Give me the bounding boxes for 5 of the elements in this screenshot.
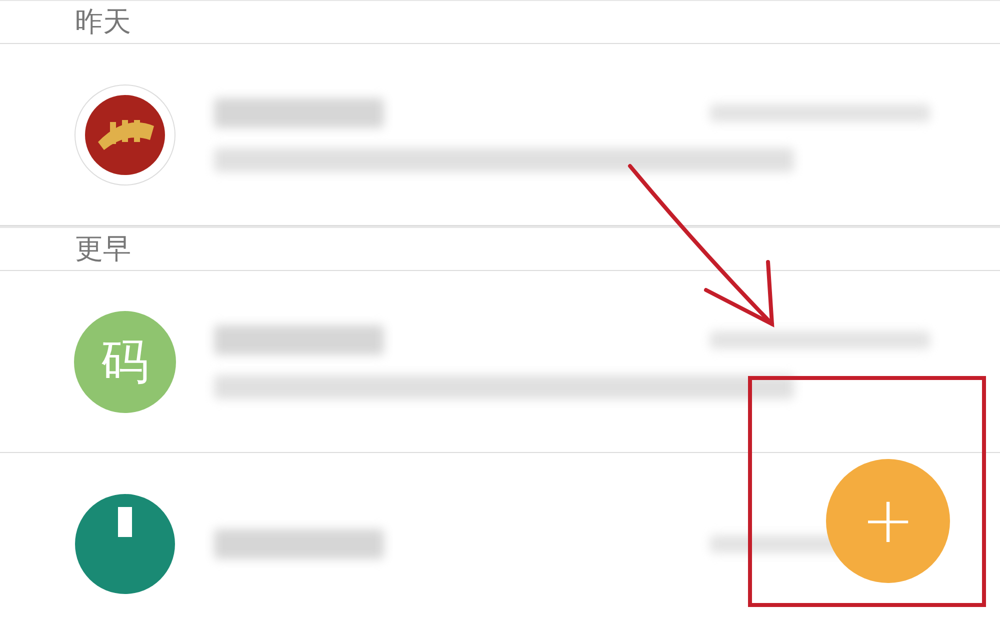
add-button[interactable]: +: [826, 459, 950, 583]
section-header: 更早: [75, 231, 131, 267]
chat-row[interactable]: 码: [0, 271, 1000, 453]
avatar: 码: [74, 310, 176, 412]
section-header: 昨天: [75, 4, 131, 40]
